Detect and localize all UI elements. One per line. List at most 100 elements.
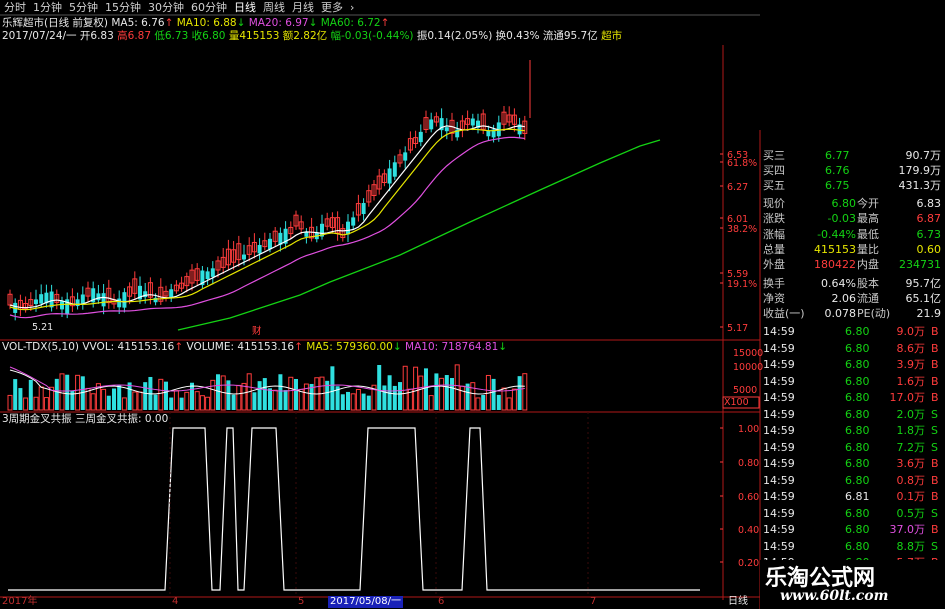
stat-label: 涨跌 (763, 212, 785, 226)
stat-value: 2.06 (831, 291, 857, 305)
stat-row: 现价 6.80 今开 6.83 (761, 196, 941, 212)
tick-time: 14:59 (763, 440, 795, 454)
stat-label: 收益(一) (763, 307, 805, 321)
stat-label-2: 最高 (857, 212, 879, 226)
tick-row: 14:59 6.80 2.0万 S (761, 407, 941, 423)
tab-10[interactable]: › (350, 0, 354, 15)
tick-side: B (931, 473, 939, 487)
tab-4[interactable]: 30分钟 (148, 0, 184, 15)
header-line-1: 乐辉超市(日线 前复权) MA5: 6.76↑ MA10: 6.88↓ MA20… (2, 17, 390, 29)
volume-bar (262, 378, 267, 410)
candle-body (429, 119, 434, 130)
volume-bar (117, 385, 122, 410)
stat-row: 涨幅 -0.44% 最低 6.73 (761, 227, 941, 243)
volume-bar (268, 388, 272, 410)
cai-marker: 财 (252, 325, 262, 337)
volume-bar (179, 397, 184, 410)
ma60-line (177, 139, 661, 331)
candle-body (80, 294, 85, 304)
tab-7[interactable]: 周线 (263, 0, 285, 15)
tab-6[interactable]: 日线 (234, 0, 256, 15)
volume-bar (298, 388, 304, 411)
volume-bar (28, 379, 33, 410)
tick-row: 14:59 6.80 0.8万 B (761, 473, 941, 489)
volume-bar (210, 379, 216, 411)
tab-2[interactable]: 5分钟 (69, 0, 98, 15)
tick-volume: 8.6万 (896, 341, 926, 355)
volume-bar (43, 397, 49, 411)
volume-bar (444, 375, 449, 410)
tab-1[interactable]: 1分钟 (33, 0, 62, 15)
tick-time: 14:59 (763, 341, 795, 355)
tab-9[interactable]: 更多 (321, 0, 343, 15)
volume-bar (506, 397, 512, 411)
stat-label-2: 股本 (857, 276, 879, 290)
volume-bar (257, 381, 262, 410)
stat-label: 换手 (763, 276, 785, 290)
tick-row: 14:59 6.80 0.5万 S (761, 506, 941, 522)
tick-volume: 3.9万 (896, 358, 926, 371)
bid-row: 买四 6.76 179.9万 (761, 163, 941, 179)
tick-volume: 17.0万 (889, 391, 926, 404)
stat-label-2: 流通 (857, 291, 879, 305)
tick-price: 6.80 (845, 523, 870, 536)
vol-indicator-name[interactable]: VOL-TDX(5,10) (2, 341, 79, 353)
volume-bar (199, 395, 205, 411)
vol-ma10-value: MA10: 718764.81 (405, 341, 499, 353)
volume-bar (143, 382, 148, 410)
stat-value: -0.03 (827, 212, 856, 226)
candle-body (117, 298, 122, 308)
volume-bar (13, 379, 18, 410)
tick-row: 14:59 6.80 1.6万 B (761, 374, 941, 390)
tick-row: 14:59 6.80 17.0万 B (761, 390, 941, 406)
tick-time: 14:59 (763, 374, 795, 388)
tick-row: 14:59 6.80 8.6万 B (761, 341, 941, 357)
volume-bar (33, 396, 39, 411)
volume-bar (75, 374, 81, 411)
candle-body (257, 244, 262, 254)
volume-bar (418, 375, 424, 411)
volume-bar (153, 394, 158, 410)
volume-bar (205, 396, 211, 411)
tick-time: 14:59 (763, 506, 795, 520)
indicator-name[interactable]: 3周期金叉共振 (2, 413, 72, 425)
price-tick-2: 6.27 (727, 182, 748, 193)
volume-bar (252, 392, 257, 410)
tick-volume: 0.8万 (896, 473, 926, 487)
volume-bar (101, 388, 107, 411)
stat-row: 外盘 180422 内盘 234731 (761, 257, 941, 273)
tab-5[interactable]: 60分钟 (191, 0, 227, 15)
ma60-label: MA60: 6.72 (320, 17, 381, 29)
volume-bar (272, 389, 278, 411)
low-label: 低6.73 (154, 30, 189, 42)
ma5-label: MA5: 6.76 (111, 17, 165, 29)
tick-side: B (931, 391, 939, 404)
volume-bar (454, 364, 460, 411)
tick-price: 6.81 (845, 490, 870, 503)
ma20-label: MA20: 6.97 (248, 17, 309, 29)
date-axis: 2017年 4 5 2017/05/08/一 6 7 日线 (0, 596, 760, 609)
tick-side: B (931, 457, 939, 470)
date-tick-6[interactable]: 日线 (728, 596, 748, 608)
stat-label-2: PE(动) (857, 307, 891, 321)
tab-3[interactable]: 15分钟 (105, 0, 141, 15)
date-tick-0: 2017年 (2, 596, 38, 607)
tick-row: 14:59 6.80 1.8万 S (761, 423, 941, 439)
tick-time: 14:59 (763, 523, 795, 536)
date-tick-3: 2017/05/08/一 (328, 596, 404, 608)
tab-8[interactable]: 月线 (292, 0, 314, 15)
candle-body (34, 299, 38, 305)
candle-body (444, 127, 449, 132)
volume-bar (158, 378, 164, 411)
amp-label: 振0.14(2.05%) (416, 30, 493, 42)
candle-body (122, 292, 127, 308)
tick-volume: 0.1万 (896, 490, 926, 503)
volume-bar (23, 397, 29, 411)
volume-bar (382, 385, 387, 410)
tab-0[interactable]: 分时 (4, 0, 26, 15)
volume-bar (18, 388, 23, 410)
candle-body (96, 293, 101, 301)
tick-side: S (931, 506, 938, 520)
tick-time: 14:59 (763, 325, 795, 338)
stat-value: -0.44% (817, 227, 856, 241)
